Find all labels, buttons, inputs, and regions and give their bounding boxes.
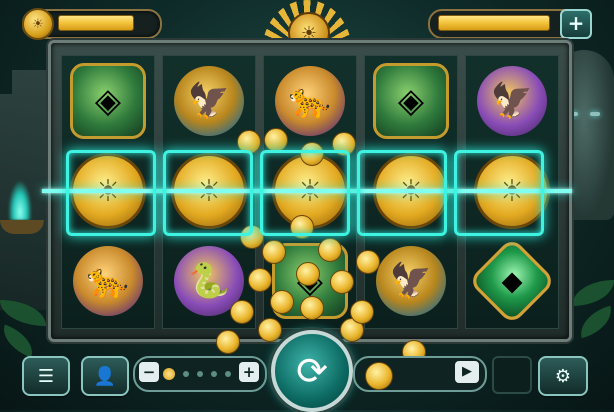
jaguar-icon: 🐆 [275,66,345,136]
play-button[interactable]: ▶ [455,361,479,383]
winning-symbol-highlight [357,150,447,236]
reel-cell: 🦅 [470,60,554,142]
bet-level-dot [197,371,203,377]
emerald-icon: ◆ [467,236,557,326]
balance-meter [58,15,134,31]
background-leaf [575,305,614,339]
background-leaf [572,280,614,306]
background-flame [8,180,32,220]
bet-decrease-button[interactable]: − [139,362,159,382]
win-meter [438,15,550,31]
play-icon: ▶ [462,364,472,379]
bet-level-coin [163,368,175,380]
settings-button[interactable]: ⚙ [538,356,588,396]
gold-coin [318,238,342,262]
menu-button[interactable]: ☰ [22,356,70,396]
reel-cell: ◆ [467,236,557,326]
bet-level-dot [183,371,189,377]
jaguar-icon: 🐆 [73,246,143,316]
profile-button[interactable]: 👤 [81,356,129,396]
gold-coin [296,262,320,286]
mask-icon: ◈ [373,63,449,139]
gold-coin [216,330,240,354]
user-icon: 👤 [93,365,117,387]
gold-coin [356,250,380,274]
reel-cell: ◈ [369,60,453,142]
eagle-icon: 🦅 [376,246,446,316]
spin-button[interactable]: ⟳ [271,330,353,412]
winning-symbol-highlight [454,150,544,236]
gold-coin [258,318,282,342]
gold-coin [262,240,286,264]
winning-symbol-highlight [163,150,253,236]
winning-symbol-highlight [66,150,156,236]
win-bar: + [428,9,592,39]
reel-cell: 🦅 [369,240,453,322]
purple-eagle-icon: 🦅 [477,66,547,136]
reel-cell: 🐆 [66,240,150,322]
bet-selector: − + [133,356,267,392]
reel-cell: ◈ [66,60,150,142]
gold-coin [230,300,254,324]
background-leaf [0,324,39,358]
menu-icon: ☰ [37,365,55,387]
empty-slot [492,356,532,394]
mask-icon: ◈ [70,63,146,139]
add-funds-button[interactable]: + [560,9,592,39]
bet-increase-button[interactable]: + [239,362,259,382]
gold-coin [270,290,294,314]
eagle-icon: 🦅 [174,66,244,136]
balance-bar: ☀ [22,8,162,40]
coin-icon [365,362,393,390]
gold-coin [330,270,354,294]
gold-coin [248,268,272,292]
reel-cell: 🦅 [167,60,251,142]
gold-coin [350,300,374,324]
autoplay-panel: ▶ [353,356,487,392]
spin-icon: ⟳ [296,349,328,393]
bet-level-dot [225,371,231,377]
winning-symbol-highlight [260,150,350,236]
statue-eye [590,112,600,116]
gold-coin [300,296,324,320]
sun-coin-icon: ☀ [22,8,54,40]
bet-level-dot [211,371,217,377]
gear-icon: ⚙ [554,365,572,387]
gold-coin [264,128,288,152]
